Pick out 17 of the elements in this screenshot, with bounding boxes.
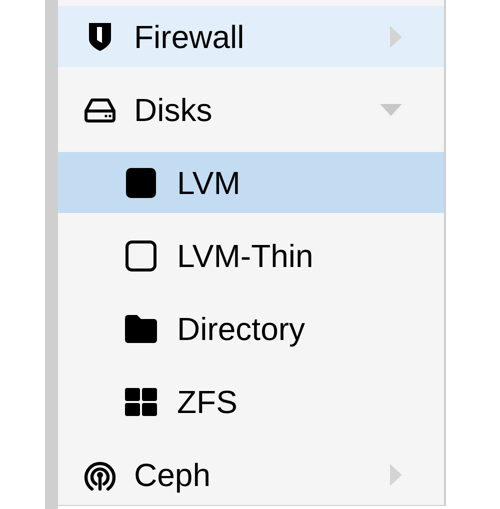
shield-icon [87, 20, 113, 52]
nav-item[interactable]: ZFS [58, 371, 444, 432]
nav-item[interactable]: LVM [58, 152, 444, 213]
grid-icon [124, 386, 158, 416]
nav-item[interactable]: Directory [58, 298, 444, 359]
nav-item[interactable]: Firewall [58, 6, 444, 67]
splitter-bar[interactable] [45, 0, 58, 509]
nav-item[interactable]: Ceph [58, 444, 444, 505]
folder-icon [124, 314, 158, 344]
caret-right-icon [390, 26, 402, 48]
nav-item[interactable]: Disks [58, 79, 444, 140]
nav-item[interactable]: LVM-Thin [58, 225, 444, 286]
caret-down-icon [380, 104, 402, 116]
square-outline-icon [125, 240, 157, 272]
square-icon [125, 166, 157, 198]
caret-right-icon [390, 464, 402, 486]
hard-drive-icon [84, 96, 116, 122]
